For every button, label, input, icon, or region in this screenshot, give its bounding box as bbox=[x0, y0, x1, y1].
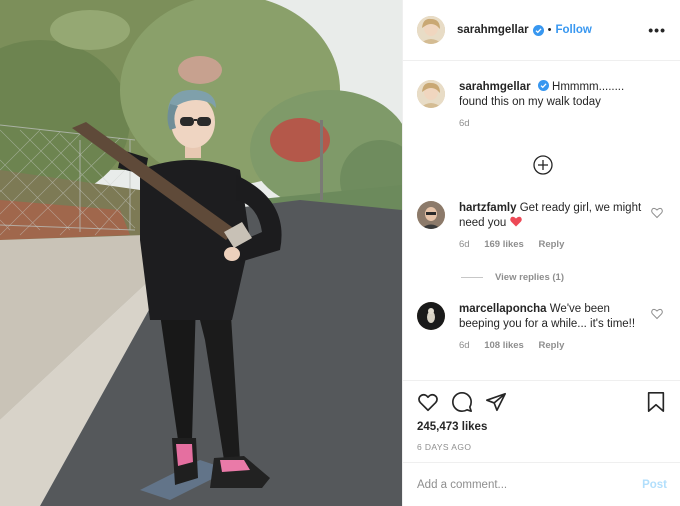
caption-meta: 6d bbox=[459, 116, 649, 131]
comment-like-icon[interactable] bbox=[651, 207, 663, 219]
plus-circle-icon[interactable] bbox=[533, 155, 553, 175]
comment-time: 6d bbox=[459, 340, 470, 351]
action-icons bbox=[417, 391, 507, 413]
comment-username[interactable]: marcellaponcha bbox=[459, 303, 547, 315]
like-heart-icon[interactable] bbox=[417, 391, 439, 413]
comment-time: 6d bbox=[459, 239, 470, 250]
comment-meta: 6d 169 likes Reply bbox=[459, 237, 649, 252]
comment-meta: 6d 108 likes Reply bbox=[459, 338, 649, 353]
comment-avatar-image bbox=[417, 302, 445, 330]
post-comment-button[interactable]: Post bbox=[642, 479, 667, 491]
more-options-icon[interactable]: ••• bbox=[648, 22, 666, 38]
comment-avatar-image bbox=[417, 201, 445, 229]
caption-time: 6d bbox=[459, 118, 470, 129]
comment-text: marcellaponcha We've been beeping you fo… bbox=[459, 302, 649, 353]
separator-dot: • bbox=[547, 24, 552, 36]
comment-item: marcellaponcha We've been beeping you fo… bbox=[417, 302, 667, 353]
likes-count[interactable]: 245,473 likes bbox=[417, 421, 487, 433]
view-replies-label: View replies (1) bbox=[495, 272, 564, 283]
comment-like-icon[interactable] bbox=[651, 308, 663, 320]
comment-username[interactable]: hartzfamly bbox=[459, 202, 517, 214]
comment-input[interactable] bbox=[417, 478, 643, 491]
caption-text: sarahmgellar Hmmmm........ found this on… bbox=[459, 80, 649, 131]
caption-username[interactable]: sarahmgellar bbox=[459, 81, 531, 93]
post-side-panel: sarahmgellar • Follow ••• sarahmgellar H… bbox=[402, 0, 680, 506]
caption-avatar[interactable] bbox=[417, 80, 445, 108]
avatar-image bbox=[417, 16, 445, 44]
username-link[interactable]: sarahmgellar bbox=[457, 24, 529, 36]
caption: sarahmgellar Hmmmm........ found this on… bbox=[417, 80, 667, 131]
avatar[interactable] bbox=[417, 16, 445, 44]
reply-button[interactable]: Reply bbox=[538, 239, 564, 250]
caption-avatar-image bbox=[417, 80, 445, 108]
reply-button[interactable]: Reply bbox=[538, 340, 564, 351]
share-icon[interactable] bbox=[485, 391, 507, 413]
post-header: sarahmgellar • Follow ••• bbox=[403, 0, 680, 61]
photo-scene bbox=[0, 0, 402, 506]
comment-item: hartzfamly Get ready girl, we might need… bbox=[417, 201, 667, 252]
comment-icon[interactable] bbox=[451, 391, 473, 413]
replies-divider bbox=[461, 277, 483, 278]
red-heart-icon bbox=[509, 216, 522, 227]
comment-avatar[interactable] bbox=[417, 201, 445, 229]
verified-badge-icon bbox=[537, 80, 549, 91]
post-photo[interactable] bbox=[0, 0, 402, 506]
comment-likes[interactable]: 108 likes bbox=[484, 340, 524, 351]
post-date[interactable]: 6 DAYS AGO bbox=[417, 442, 471, 452]
comment-text: hartzfamly Get ready girl, we might need… bbox=[459, 201, 649, 252]
bookmark-icon[interactable] bbox=[645, 391, 667, 413]
comment-avatar[interactable] bbox=[417, 302, 445, 330]
view-replies-button[interactable]: View replies (1) bbox=[461, 272, 564, 283]
follow-button[interactable]: Follow bbox=[555, 24, 591, 36]
instagram-post: sarahmgellar • Follow ••• sarahmgellar H… bbox=[0, 0, 680, 506]
post-actions: 245,473 likes 6 DAYS AGO bbox=[403, 380, 680, 460]
verified-badge-icon bbox=[532, 24, 544, 36]
comments-section: sarahmgellar Hmmmm........ found this on… bbox=[403, 62, 680, 380]
comment-likes[interactable]: 169 likes bbox=[484, 239, 524, 250]
add-comment-bar: Post bbox=[403, 462, 680, 506]
